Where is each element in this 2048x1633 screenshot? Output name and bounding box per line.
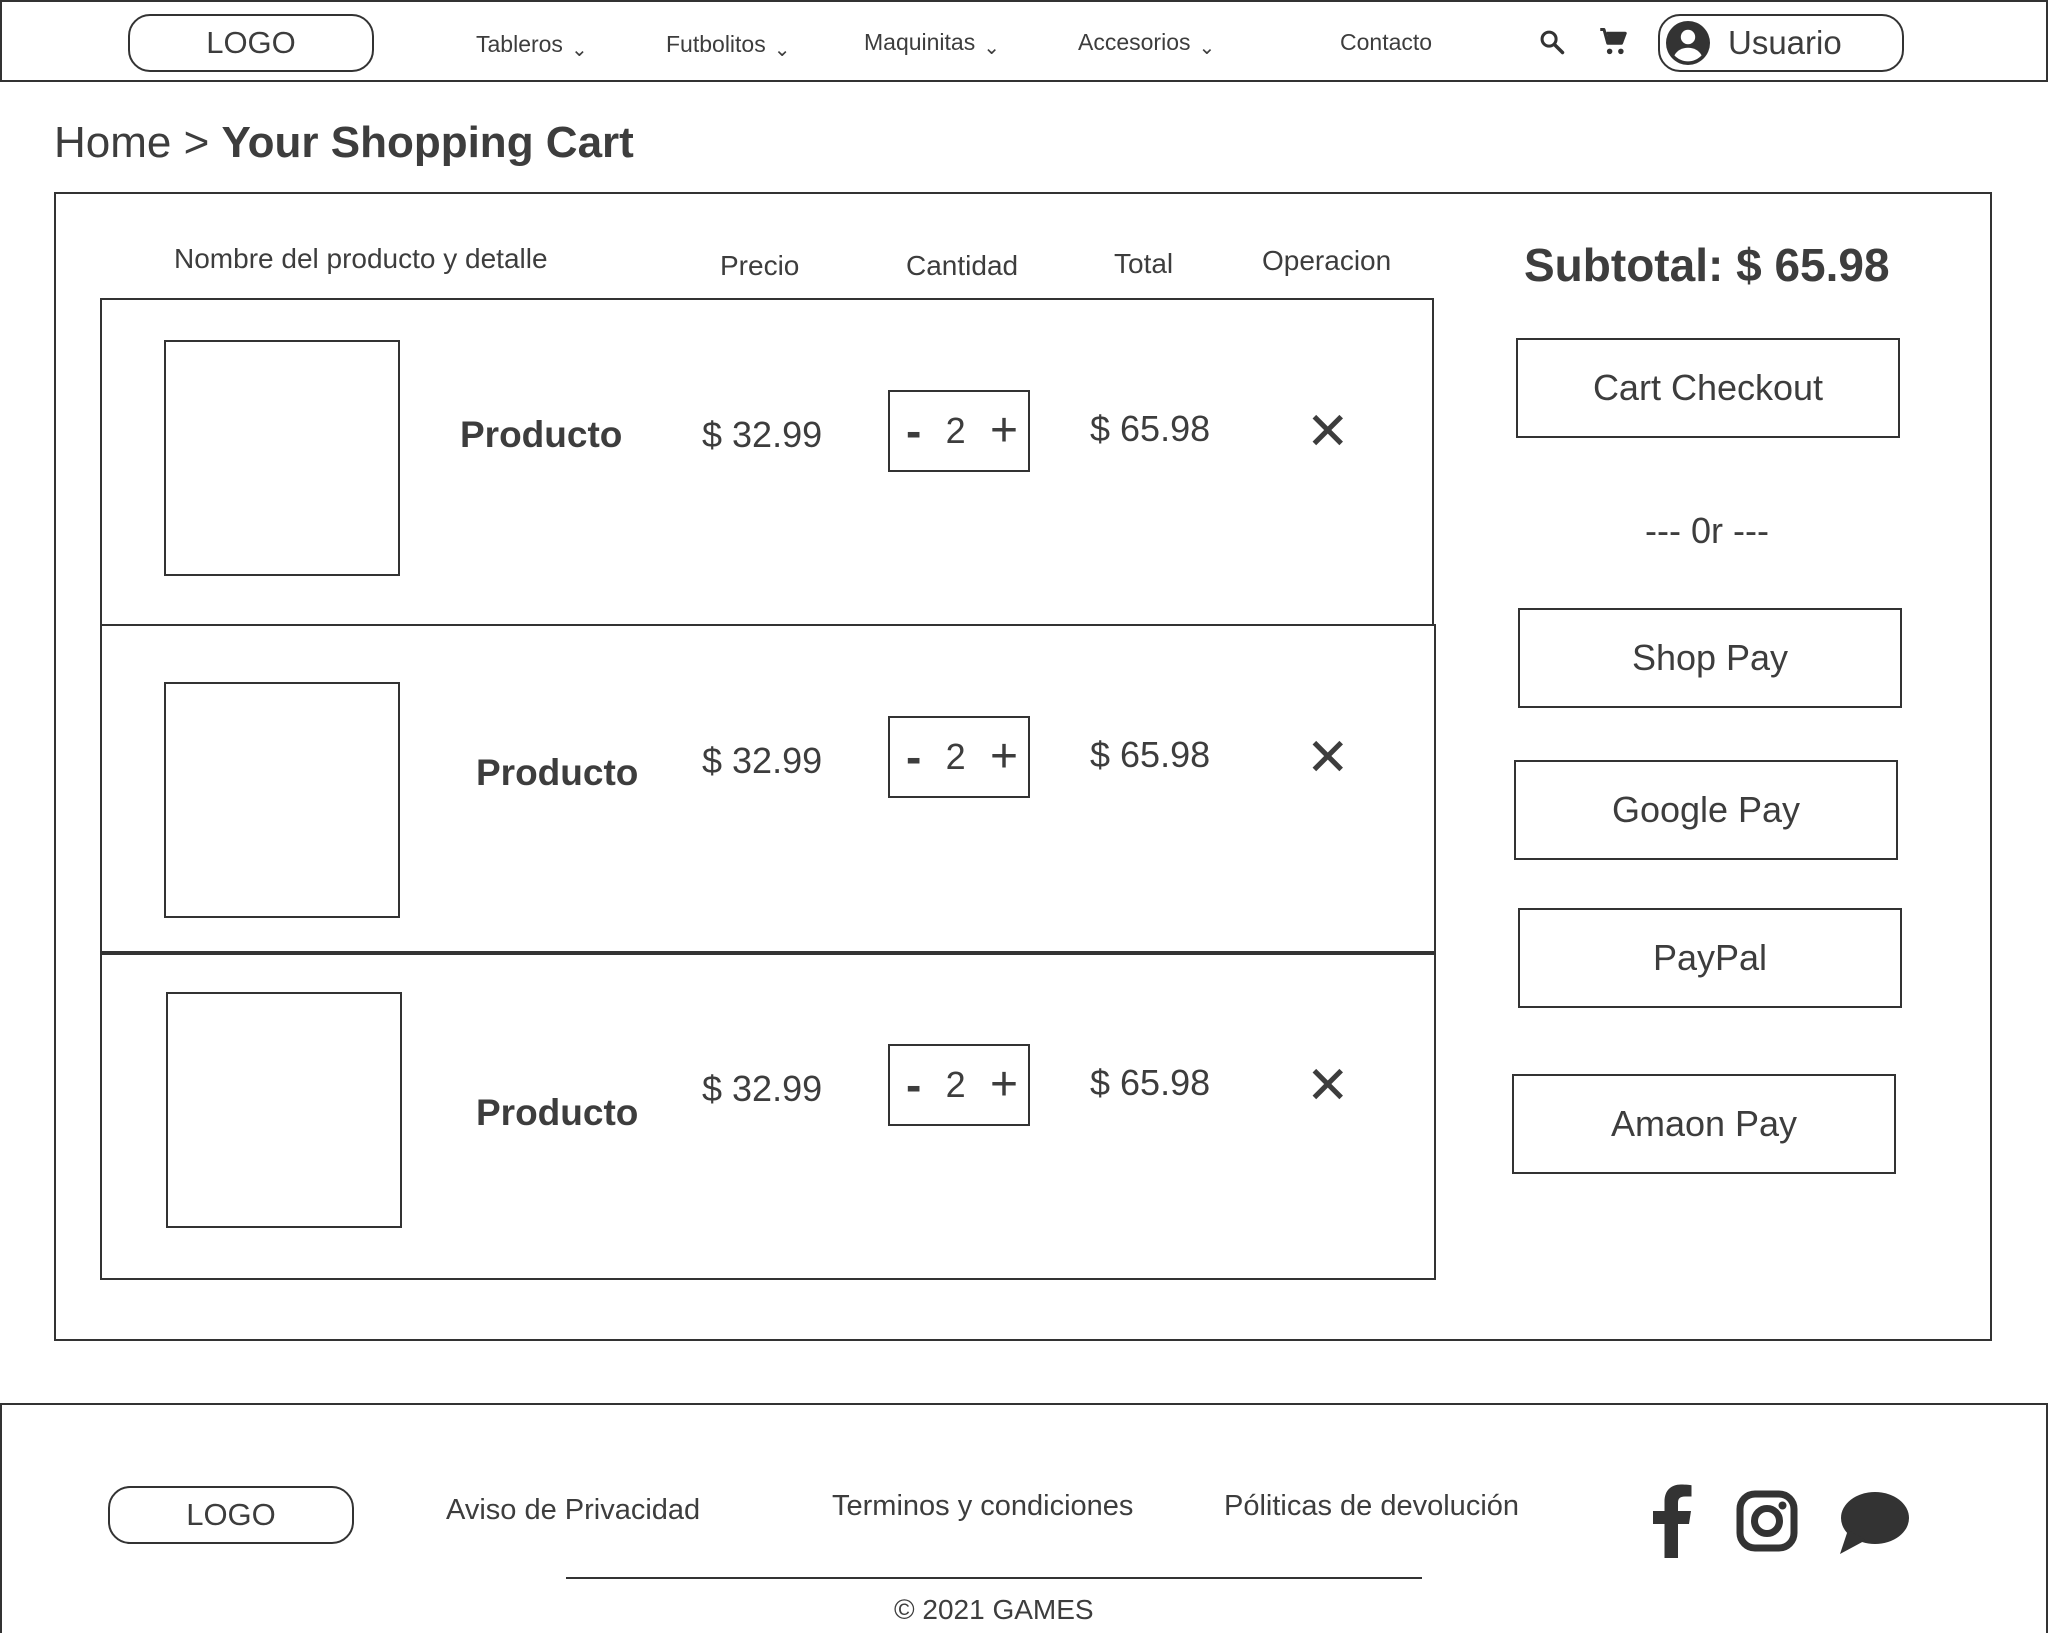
column-header-product: Nombre del producto y detalle [174,243,548,274]
chevron-down-icon: ⌄ [983,37,1000,59]
quantity-decrement-button[interactable]: - [906,1062,921,1108]
footer-link-terms[interactable]: Terminos y condiciones [832,1490,1133,1523]
quantity-increment-button[interactable]: + [990,733,1018,781]
product-price: $ 32.99 [702,740,823,781]
amazon-pay-button[interactable]: Amaon Pay [1512,1074,1896,1174]
line-total: $ 65.98 [1090,734,1211,775]
nav-tableros[interactable]: Tableros ⌄ [476,31,588,61]
breadcrumb-home[interactable]: Home [54,118,171,167]
instagram-icon[interactable] [1736,1490,1798,1552]
product-name[interactable]: Producto [460,414,622,456]
shopping-cart-icon[interactable] [1598,27,1630,57]
quantity-value[interactable]: 2 [946,736,966,778]
quantity-stepper: - 2 + [888,716,1030,798]
column-header-total: Total [1114,248,1174,279]
breadcrumb-separator: > [183,118,210,167]
remove-item-icon[interactable]: ✕ [1306,406,1350,458]
nav-maquinitas[interactable]: Maquinitas ⌄ [864,29,1000,59]
quantity-stepper: - 2 + [888,1044,1030,1126]
nav-accesorios[interactable]: Accesorios ⌄ [1078,29,1215,59]
or-divider: --- 0r --- [1645,510,1769,551]
quantity-increment-button[interactable]: + [990,1061,1018,1109]
nav-contacto[interactable]: Contacto [1340,29,1432,56]
paypal-button[interactable]: PayPal [1518,908,1902,1008]
product-price: $ 32.99 [702,1068,823,1109]
search-icon[interactable] [1538,28,1566,56]
product-image[interactable] [166,992,402,1228]
column-header-price: Precio [720,250,800,281]
nav-futbolitos[interactable]: Futbolitos ⌄ [666,31,790,61]
footer-link-returns[interactable]: Póliticas de devolución [1224,1490,1519,1523]
header-logo[interactable]: LOGO [128,14,374,72]
breadcrumb: Home > Your Shopping Cart [54,118,634,168]
product-image[interactable] [164,340,400,576]
product-name[interactable]: Producto [476,1092,638,1134]
column-header-quantity: Cantidad [906,250,1019,281]
facebook-icon[interactable] [1650,1484,1694,1558]
quantity-decrement-button[interactable]: - [906,408,921,454]
product-price: $ 32.99 [702,414,823,455]
footer-link-privacy[interactable]: Aviso de Privacidad [446,1494,700,1527]
quantity-value[interactable]: 2 [946,410,966,452]
quantity-increment-button[interactable]: + [990,407,1018,455]
column-header-operation: Operacion [1262,245,1392,276]
user-account-button[interactable]: Usuario [1658,14,1904,72]
copyright: © 2021 GAMES [894,1594,1094,1625]
footer-divider [566,1577,1422,1579]
quantity-stepper: - 2 + [888,390,1030,472]
footer-logo[interactable]: LOGO [108,1486,354,1544]
remove-item-icon[interactable]: ✕ [1306,732,1350,784]
line-total: $ 65.98 [1090,1062,1211,1103]
remove-item-icon[interactable]: ✕ [1306,1060,1350,1112]
chevron-down-icon: ⌄ [570,39,588,61]
cart-checkout-button[interactable]: Cart Checkout [1516,338,1900,438]
shop-pay-button[interactable]: Shop Pay [1518,608,1902,708]
product-name[interactable]: Producto [476,752,638,794]
page-title: Your Shopping Cart [221,118,634,167]
account-circle-icon [1664,19,1712,67]
chevron-down-icon: ⌄ [1198,37,1216,59]
chevron-down-icon: ⌄ [773,39,791,61]
subtotal: Subtotal: $ 65.98 [1524,239,1890,291]
quantity-decrement-button[interactable]: - [906,734,921,780]
product-image[interactable] [164,682,400,918]
quantity-value[interactable]: 2 [946,1064,966,1106]
google-pay-button[interactable]: Google Pay [1514,760,1898,860]
chat-bubble-icon[interactable] [1838,1490,1910,1556]
line-total: $ 65.98 [1090,408,1211,449]
